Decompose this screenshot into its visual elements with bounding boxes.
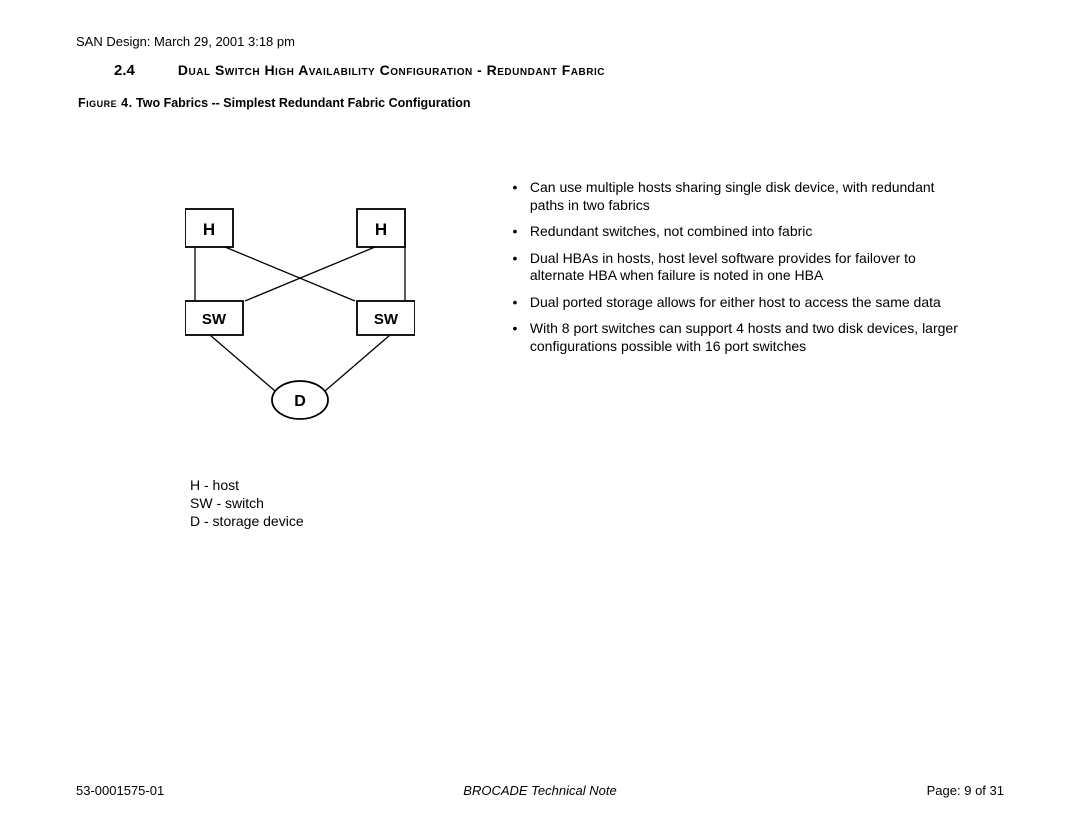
bullet-text: Can use multiple hosts sharing single di… <box>530 179 970 214</box>
list-item: • Dual HBAs in hosts, host level softwar… <box>504 250 974 285</box>
diagram-switch1-label: SW <box>202 311 227 328</box>
topology-diagram: H H SW SW D <box>185 185 415 465</box>
bullet-icon: • <box>504 223 526 241</box>
doc-header: SAN Design: March 29, 2001 3:18 pm <box>76 34 295 49</box>
diagram-legend: H - host SW - switch D - storage device <box>190 476 304 531</box>
bullet-icon: • <box>504 294 526 312</box>
diagram-host1-label: H <box>203 220 215 239</box>
legend-line: H - host <box>190 476 304 494</box>
list-item: • Redundant switches, not combined into … <box>504 223 974 241</box>
list-item: • With 8 port switches can support 4 hos… <box>504 320 974 355</box>
footer-page-sep: of <box>971 783 989 798</box>
section-title: Dual Switch High Availability Configurat… <box>178 62 605 78</box>
bullet-icon: • <box>504 179 526 197</box>
diagram-switch2-label: SW <box>374 311 399 328</box>
section-number: 2.4 <box>114 62 174 79</box>
footer-title: BROCADE Technical Note <box>0 783 1080 798</box>
list-item: • Can use multiple hosts sharing single … <box>504 179 974 214</box>
bullet-icon: • <box>504 250 526 268</box>
footer-page: Page: 9 of 31 <box>927 783 1004 798</box>
bullet-list: • Can use multiple hosts sharing single … <box>504 179 974 364</box>
legend-line: D - storage device <box>190 512 304 530</box>
footer-page-prefix: Page: <box>927 783 965 798</box>
bullet-text: Dual HBAs in hosts, host level software … <box>530 250 970 285</box>
figure-caption: Figure 4. Two Fabrics -- Simplest Redund… <box>78 96 471 110</box>
diagram-device-label: D <box>294 393 306 410</box>
footer-page-total: 31 <box>990 783 1004 798</box>
figure-prefix: Figure 4. <box>78 96 133 110</box>
bullet-icon: • <box>504 320 526 338</box>
diagram-host2-label: H <box>375 220 387 239</box>
legend-line: SW - switch <box>190 494 304 512</box>
bullet-text: With 8 port switches can support 4 hosts… <box>530 320 970 355</box>
section-heading: 2.4 Dual Switch High Availability Config… <box>114 62 605 79</box>
figure-caption-text-value: Two Fabrics -- Simplest Redundant Fabric… <box>136 96 471 110</box>
bullet-text: Dual ported storage allows for either ho… <box>530 294 970 312</box>
list-item: • Dual ported storage allows for either … <box>504 294 974 312</box>
bullet-text: Redundant switches, not combined into fa… <box>530 223 970 241</box>
